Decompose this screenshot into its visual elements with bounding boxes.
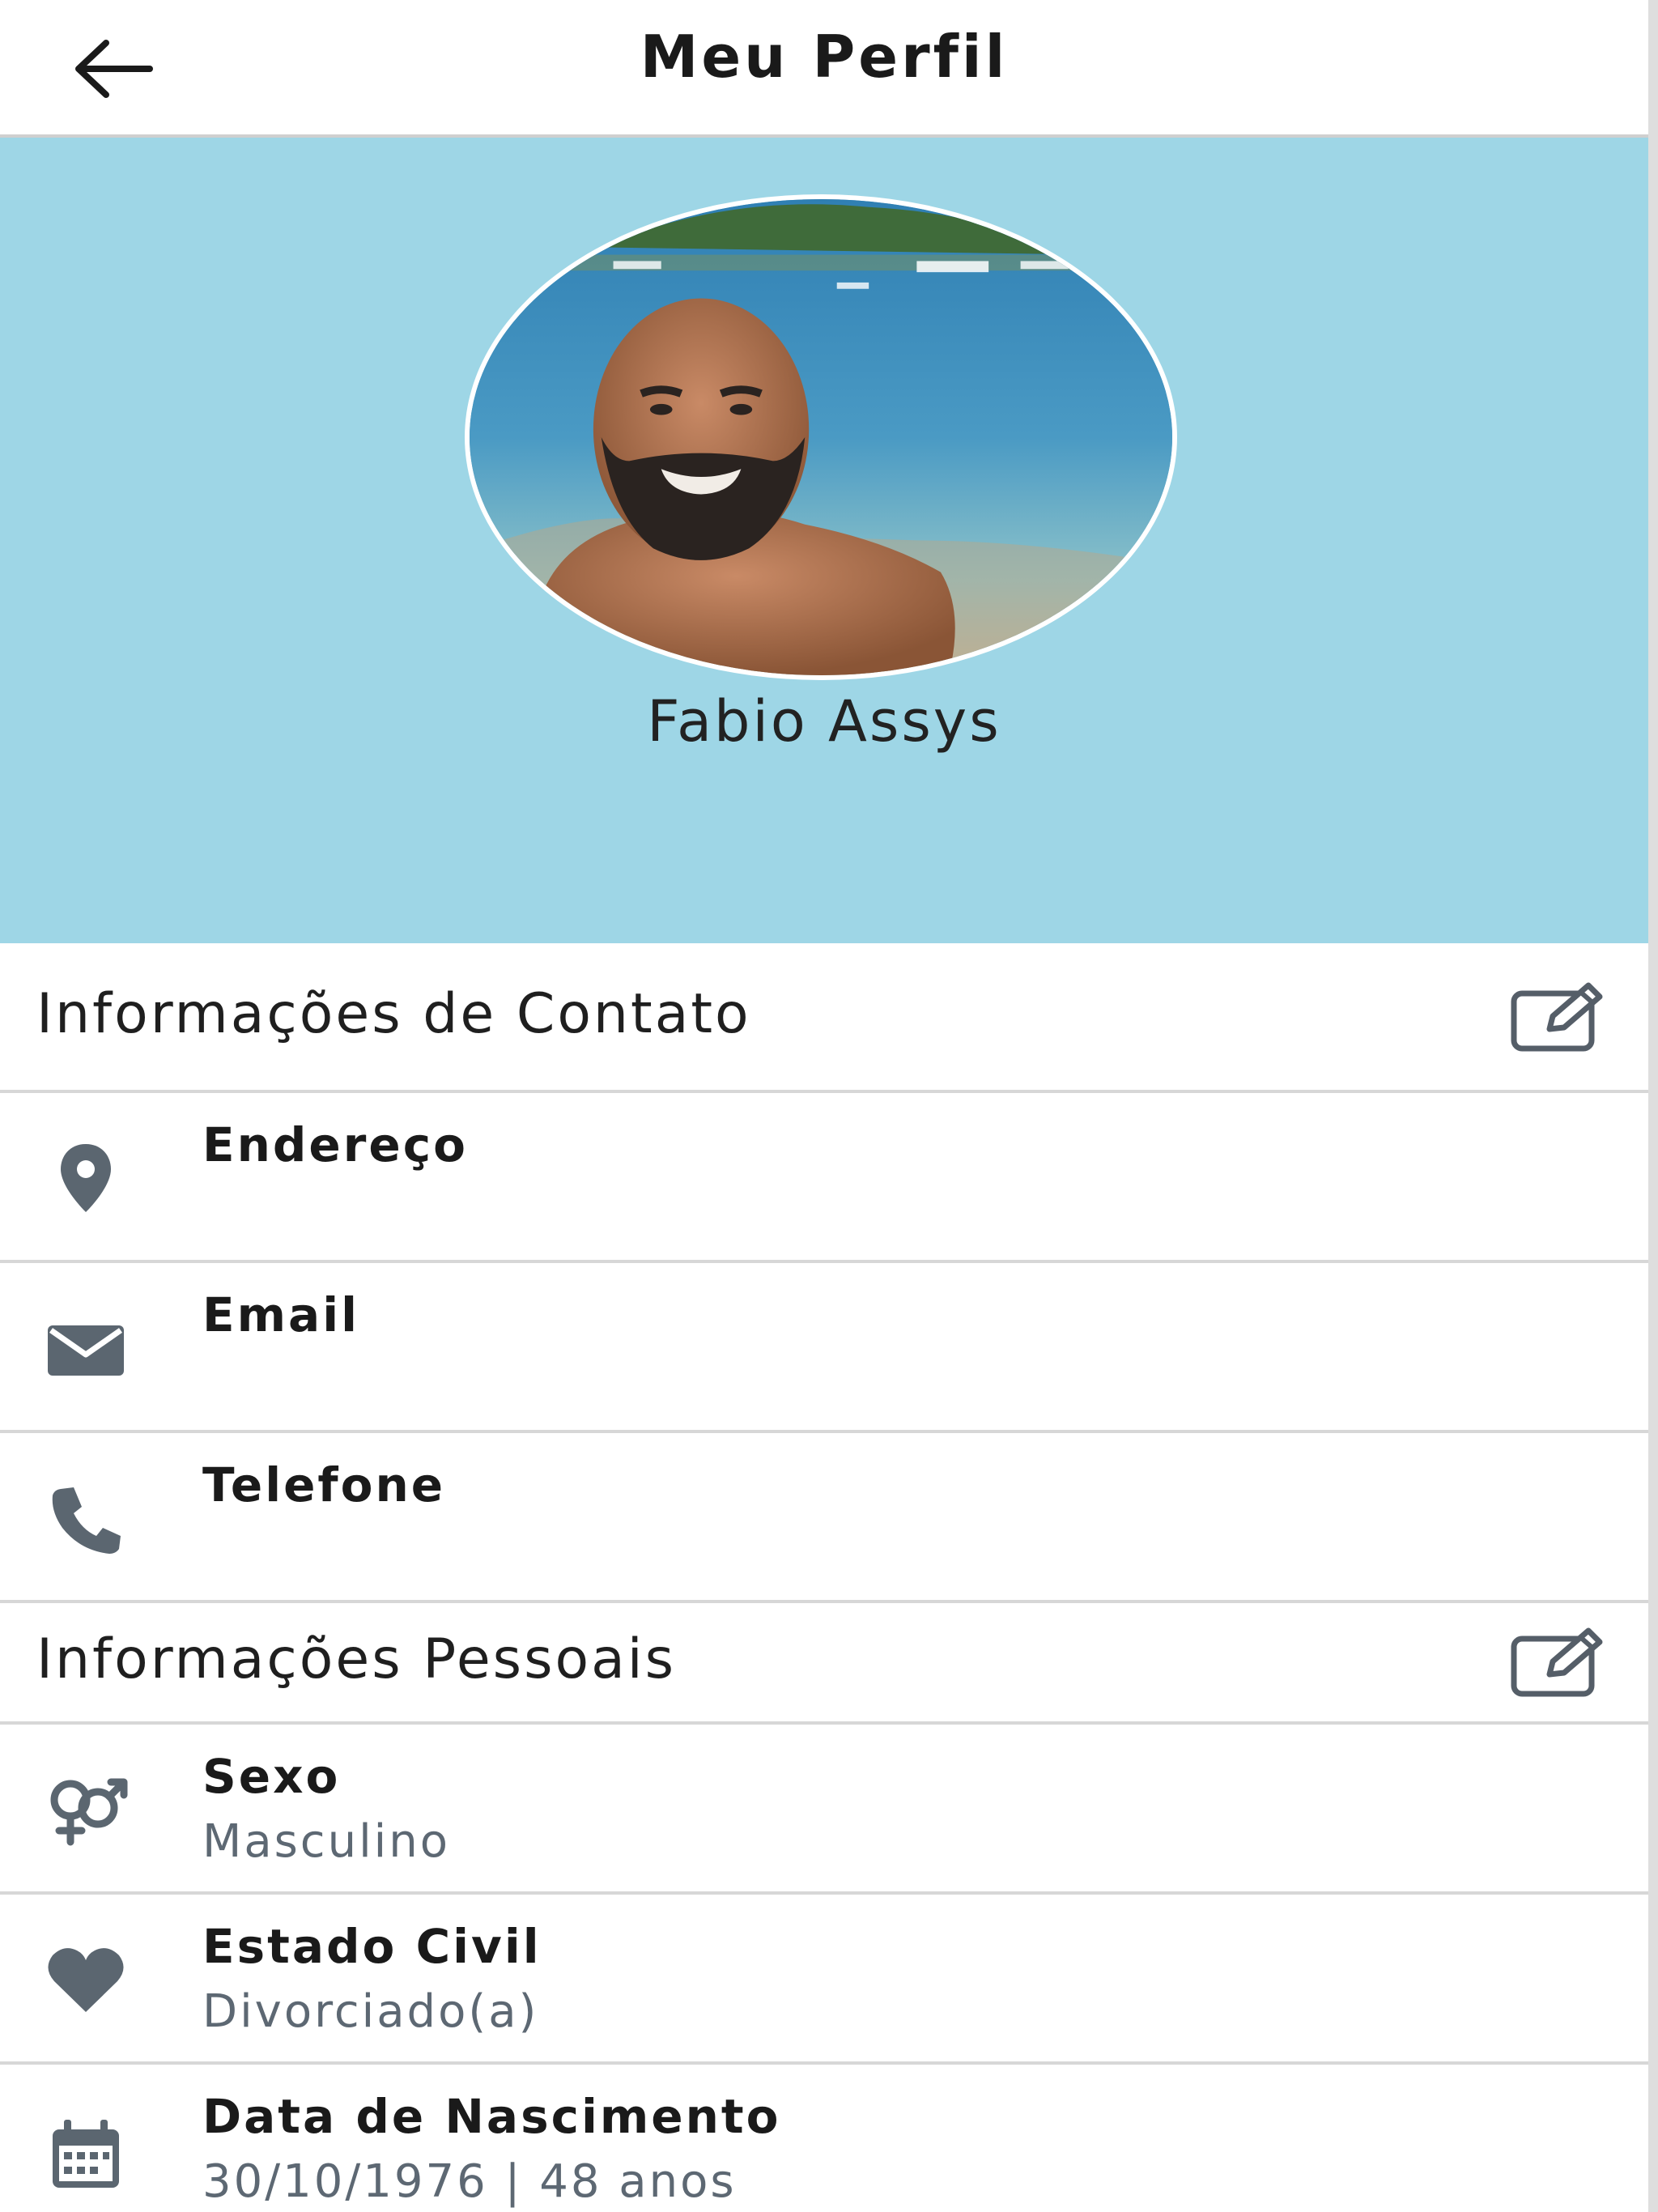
gender-label: Sexo — [202, 1749, 341, 1804]
envelope-icon — [47, 1325, 124, 1376]
contact-section-header: Informações de Contato — [0, 943, 1648, 1093]
email-row[interactable]: Email — [0, 1263, 1648, 1433]
row-icon — [31, 1763, 140, 1853]
phone-row[interactable]: Telefone — [0, 1433, 1648, 1603]
location-pin-icon — [60, 1144, 111, 1212]
address-row[interactable]: Endereço — [0, 1093, 1648, 1263]
address-label: Endereço — [202, 1117, 468, 1172]
calendar-icon — [52, 2120, 119, 2188]
gender-value: Masculino — [202, 1815, 450, 1868]
gender-icon — [50, 1778, 127, 1846]
row-icon — [31, 1134, 140, 1223]
edit-icon — [1511, 982, 1603, 1052]
contact-section-title: Informações de Contato — [36, 982, 751, 1046]
phone-icon — [52, 1487, 121, 1554]
phone-label: Telefone — [202, 1457, 446, 1512]
personal-section-header: Informações Pessoais — [0, 1603, 1648, 1725]
scroll-edge — [1648, 0, 1658, 2212]
personal-section-title: Informações Pessoais — [36, 1627, 677, 1691]
profile-screen: Meu Perfil Fabio Assys Informações de Co… — [0, 0, 1648, 2212]
user-name: Fabio Assys — [647, 688, 1001, 755]
profile-hero: Fabio Assys — [0, 138, 1648, 943]
avatar[interactable] — [465, 194, 1177, 680]
page-title: Meu Perfil — [640, 23, 1009, 91]
birthdate-value: 30/10/1976 | 48 anos — [202, 2155, 737, 2208]
row-icon — [31, 1474, 140, 1563]
gender-row[interactable]: Sexo Masculino — [0, 1725, 1648, 1895]
edit-personal-button[interactable] — [1507, 1621, 1612, 1702]
birthdate-label: Data de Nascimento — [202, 2089, 781, 2144]
row-icon — [31, 1935, 140, 2024]
birthdate-row[interactable]: Data de Nascimento 30/10/1976 | 48 anos — [0, 2065, 1648, 2212]
top-app-bar: Meu Perfil — [0, 0, 1648, 138]
heart-icon — [47, 1948, 124, 2012]
marital-status-label: Estado Civil — [202, 1919, 542, 1974]
row-icon — [31, 1304, 140, 1393]
row-icon — [31, 2109, 140, 2198]
marital-status-row[interactable]: Estado Civil Divorciado(a) — [0, 1895, 1648, 2065]
email-label: Email — [202, 1287, 359, 1342]
edit-contact-button[interactable] — [1507, 976, 1612, 1057]
marital-status-value: Divorciado(a) — [202, 1985, 539, 2038]
profile-photo — [470, 199, 1172, 675]
edit-icon — [1511, 1627, 1603, 1697]
